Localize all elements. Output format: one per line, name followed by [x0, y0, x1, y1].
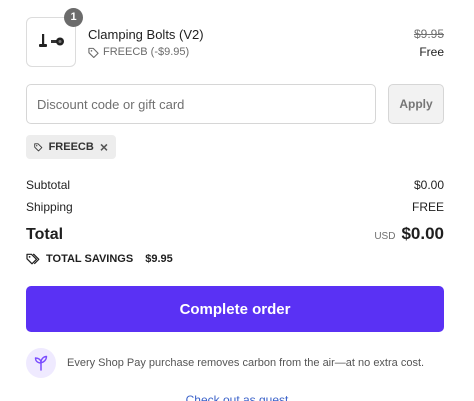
remove-discount-icon[interactable]: ×	[100, 140, 108, 154]
total-amount: USD $0.00	[374, 224, 444, 244]
total-row: Total USD $0.00	[26, 224, 444, 244]
discounted-price: Free	[419, 45, 444, 59]
product-discount-label: FREECB (-$9.95)	[103, 46, 190, 58]
applied-discount-chip: FREECB ×	[26, 135, 116, 159]
subtotal-label: Subtotal	[26, 178, 71, 192]
total-label: Total	[26, 226, 64, 243]
bolts-image	[39, 34, 64, 47]
applied-code-label: FREECB	[48, 141, 94, 153]
subtotal-value: $0.00	[413, 178, 444, 192]
product-prices: $9.95 Free	[414, 27, 444, 59]
shipping-row: Shipping FREE	[26, 200, 444, 214]
total-savings: TOTAL SAVINGS $9.95	[26, 253, 173, 265]
total-value: $0.00	[401, 224, 444, 243]
sprout-icon	[34, 355, 48, 371]
carbon-note-text: Every Shop Pay purchase removes carbon f…	[67, 357, 425, 369]
carbon-icon-badge	[26, 348, 56, 378]
apply-button[interactable]: Apply	[388, 84, 444, 124]
tag-icon	[88, 47, 99, 58]
product-discount: FREECB (-$9.95)	[88, 46, 204, 58]
checkout-summary: 1 Clamping Bolts (V2) FREECB (-$9.95) $9…	[0, 0, 474, 401]
complete-order-button[interactable]: Complete order	[26, 286, 444, 332]
product-info: Clamping Bolts (V2) FREECB (-$9.95)	[88, 27, 204, 58]
line-item: 1 Clamping Bolts (V2) FREECB (-$9.95) $9…	[26, 8, 444, 67]
product-name: Clamping Bolts (V2)	[88, 27, 204, 42]
quantity-badge: 1	[64, 8, 83, 27]
savings-value: $9.95	[145, 253, 173, 265]
carbon-note: Every Shop Pay purchase removes carbon f…	[26, 348, 424, 378]
double-tag-icon	[26, 253, 40, 265]
shipping-label: Shipping	[26, 200, 73, 214]
check-out-as-guest-link[interactable]: Check out as guest	[0, 393, 474, 401]
currency-code: USD	[374, 231, 396, 242]
original-price: $9.95	[413, 27, 444, 41]
discount-code-input[interactable]	[26, 84, 376, 124]
shipping-value: FREE	[411, 200, 444, 214]
subtotal-row: Subtotal $0.00	[26, 178, 444, 192]
tag-icon	[34, 143, 43, 152]
savings-label: TOTAL SAVINGS	[46, 253, 134, 265]
